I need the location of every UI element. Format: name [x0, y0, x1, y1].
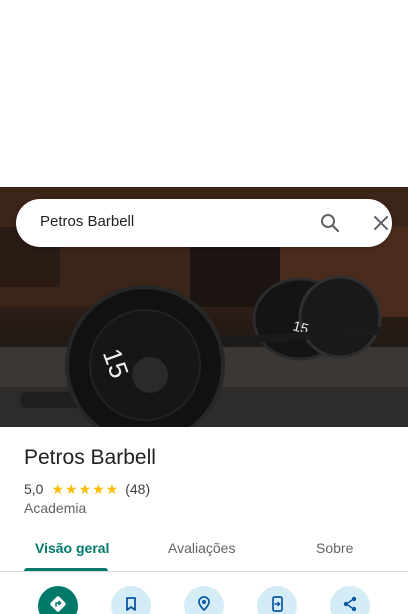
nearby-icon: [195, 595, 213, 614]
rating-row[interactable]: 5,0 ★★★★★ (48): [24, 480, 150, 498]
send-to-phone-button[interactable]: [257, 586, 297, 614]
share-button[interactable]: [330, 586, 370, 614]
send-to-phone-icon: [268, 595, 286, 614]
bookmark-icon: [122, 595, 140, 614]
tab-about[interactable]: Sobre: [316, 540, 353, 556]
save-button[interactable]: [111, 586, 151, 614]
action-buttons: [0, 586, 408, 614]
search-bar[interactable]: Petros Barbell: [16, 199, 392, 247]
active-tab-indicator: [24, 568, 108, 571]
tab-reviews[interactable]: Avaliações: [168, 540, 235, 556]
star-rating-icons: ★★★★★: [51, 480, 120, 497]
place-title: Petros Barbell: [24, 446, 156, 469]
map-blank-area: [0, 0, 408, 187]
directions-button[interactable]: [38, 586, 78, 614]
search-icon[interactable]: [318, 211, 342, 235]
rating-value: 5,0: [24, 481, 44, 497]
review-count[interactable]: (48): [125, 481, 150, 497]
nearby-button[interactable]: [184, 586, 224, 614]
place-category[interactable]: Academia: [24, 500, 86, 516]
directions-icon: [48, 594, 68, 614]
share-icon: [341, 595, 359, 614]
place-tabs: Visão geral Avaliações Sobre: [0, 528, 408, 572]
close-icon[interactable]: [369, 211, 393, 235]
tab-overview[interactable]: Visão geral: [35, 540, 109, 556]
search-input[interactable]: Petros Barbell: [40, 213, 134, 230]
